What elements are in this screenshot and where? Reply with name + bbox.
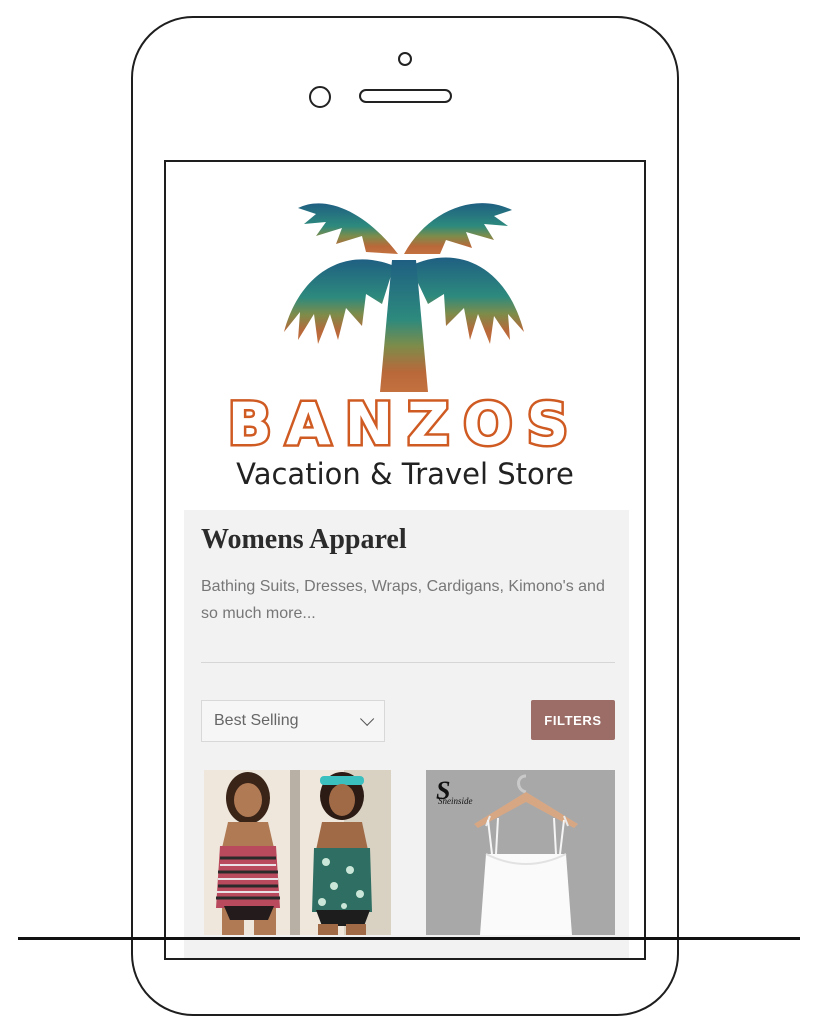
sort-selected-value: Best Selling bbox=[214, 712, 299, 729]
product-card-tankini[interactable] bbox=[204, 770, 391, 935]
store-tagline: Vacation & Travel Store bbox=[236, 457, 574, 491]
product-brand-mark-text: Sheinside bbox=[438, 796, 473, 806]
product-image bbox=[426, 770, 615, 935]
divider bbox=[201, 662, 615, 663]
collection-panel: Womens Apparel Bathing Suits, Dresses, W… bbox=[184, 510, 629, 958]
proximity-sensor bbox=[398, 52, 412, 66]
store-name: BANZOS bbox=[225, 388, 583, 461]
earpiece-speaker bbox=[359, 89, 452, 103]
palm-tree-icon bbox=[284, 203, 524, 392]
chevron-down-icon bbox=[360, 711, 375, 726]
collection-description: Bathing Suits, Dresses, Wraps, Cardigans… bbox=[201, 578, 605, 622]
page-title: Womens Apparel bbox=[201, 524, 407, 555]
store-logo[interactable]: BANZOS Vacation & Travel Store bbox=[166, 162, 644, 507]
front-camera bbox=[309, 86, 331, 108]
filters-button[interactable]: FILTERS bbox=[531, 700, 615, 740]
bottom-crop-line bbox=[18, 937, 800, 940]
product-image bbox=[204, 770, 391, 935]
product-card-camisole[interactable]: S Sheinside bbox=[426, 770, 615, 935]
phone-screen: BANZOS Vacation & Travel Store Womens Ap… bbox=[164, 160, 646, 960]
sort-by-select[interactable]: Best Selling bbox=[201, 700, 385, 742]
